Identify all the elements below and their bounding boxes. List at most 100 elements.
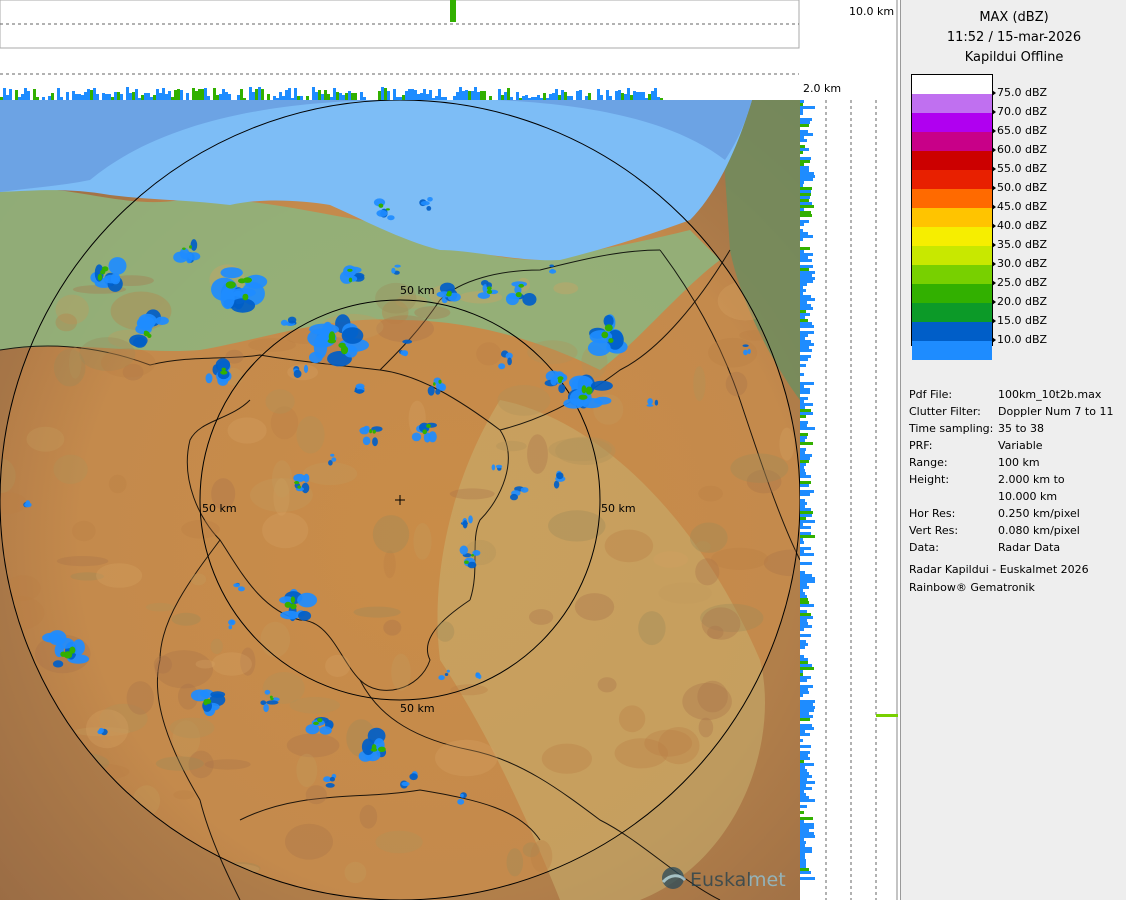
echo-core <box>518 283 524 288</box>
top-profile-echo <box>129 93 132 100</box>
side-profile-echo <box>800 229 803 232</box>
echo-blob <box>427 386 435 396</box>
top-profile-echo <box>144 93 147 100</box>
top-profile-echoes <box>0 87 663 100</box>
top-profile-echo <box>627 88 630 100</box>
side-profile-echo <box>800 100 804 103</box>
metadata-value: 10.000 km <box>998 490 1058 503</box>
side-profile-echo <box>800 715 813 718</box>
terrain-patch <box>476 342 502 366</box>
side-profile-echo <box>800 688 808 691</box>
side-profile-echo <box>800 181 804 184</box>
echo-blob <box>280 319 288 326</box>
echo-core <box>369 429 372 434</box>
side-profile-echo <box>800 508 811 511</box>
top-profile-echo <box>555 89 558 100</box>
echo-core <box>578 394 588 400</box>
echo-blob <box>507 357 512 366</box>
side-profile-echo <box>800 853 805 856</box>
legend-tick-icon <box>992 299 996 305</box>
legend-swatch <box>912 151 992 170</box>
side-profile-echo <box>800 790 804 793</box>
legend-tick-icon <box>992 280 996 286</box>
terrain-patch <box>527 434 548 474</box>
terrain-patch <box>96 563 143 588</box>
top-profile-echo <box>576 91 579 100</box>
echo-blob <box>220 287 235 310</box>
side-profile-echo <box>800 307 813 310</box>
echo-blob <box>293 473 306 483</box>
side-profile-echo <box>800 454 812 457</box>
terrain-patch <box>126 681 154 715</box>
echo-blob <box>319 726 332 735</box>
side-profile-echo <box>800 202 812 205</box>
terrain-patch <box>211 652 252 676</box>
terrain-patch <box>711 547 769 570</box>
terrain-patch <box>296 416 325 454</box>
top-profile-echo <box>456 92 459 100</box>
side-profile-echo <box>800 745 811 748</box>
side-profile-echo <box>800 334 808 337</box>
top-profile-echo <box>423 89 426 100</box>
top-profile-echo <box>258 87 261 100</box>
terrain-patch <box>195 659 215 669</box>
side-profile-echo <box>800 199 809 202</box>
side-profile-echo <box>800 538 803 541</box>
terrain-patch <box>287 364 318 381</box>
terrain-patch <box>383 550 396 579</box>
legend-tick-icon <box>992 166 996 172</box>
side-profile-echo <box>800 574 812 577</box>
echo-blob <box>293 369 302 378</box>
top-profile-echo <box>117 92 120 100</box>
terrain-patch <box>353 606 401 618</box>
terrain-patch <box>383 619 402 636</box>
side-profile-echo <box>800 850 812 853</box>
side-profile-echo <box>800 364 806 367</box>
legend-swatch <box>912 132 992 151</box>
side-profile-echo <box>800 796 809 799</box>
side-profile-echo <box>800 382 814 385</box>
side-profile-echo <box>800 517 806 520</box>
top-profile-echo <box>411 89 414 100</box>
top-profile-echo <box>414 90 417 100</box>
side-profile-echo <box>800 166 809 169</box>
side-profile-echo <box>800 799 815 802</box>
top-projection-svg <box>0 0 800 100</box>
side-profile-echo <box>800 184 803 187</box>
radar-map-svg: 50 km 50 km 50 km 50 km Euskal met <box>0 100 800 900</box>
side-profile-echo <box>800 841 806 844</box>
legend-swatch <box>912 303 992 322</box>
side-profile-echo <box>800 727 814 730</box>
echo-blob <box>587 340 611 356</box>
side-profile-echo <box>800 595 807 598</box>
echo-core <box>464 560 469 564</box>
echo-blob <box>428 431 437 443</box>
echo-blob <box>556 472 564 480</box>
radar-status: Kapildui Offline <box>964 50 1064 65</box>
top-profile-echo <box>135 89 138 100</box>
top-profile-echo <box>195 91 198 100</box>
top-profile-echo <box>438 89 441 100</box>
side-profile-echo <box>800 766 805 769</box>
side-profile-echo <box>800 250 804 253</box>
echo-core <box>284 601 292 608</box>
side-profile-echo <box>800 112 803 115</box>
echo-core <box>372 429 376 434</box>
top-profile-echo <box>240 89 243 100</box>
echo-blob <box>331 457 337 462</box>
top-profile-echo <box>174 90 177 100</box>
top-profile-echo <box>483 91 486 100</box>
terrain-patch <box>344 861 367 884</box>
side-profile-echo <box>800 550 804 553</box>
side-profile-echo <box>800 193 811 196</box>
top-profile-echo <box>213 88 216 100</box>
echo-blob <box>594 396 612 405</box>
echo-blob <box>362 436 371 446</box>
top-profile-echo <box>465 90 468 100</box>
legend-tick-icon <box>992 337 996 343</box>
side-profile-echo <box>800 208 804 211</box>
side-profile-echo <box>800 304 811 307</box>
legend-label: 30.0 dBZ <box>997 257 1048 270</box>
metadata-row: Time sampling: 35 to 38 <box>909 422 1125 439</box>
radar-map[interactable]: 50 km 50 km 50 km 50 km Euskal met <box>0 100 800 900</box>
